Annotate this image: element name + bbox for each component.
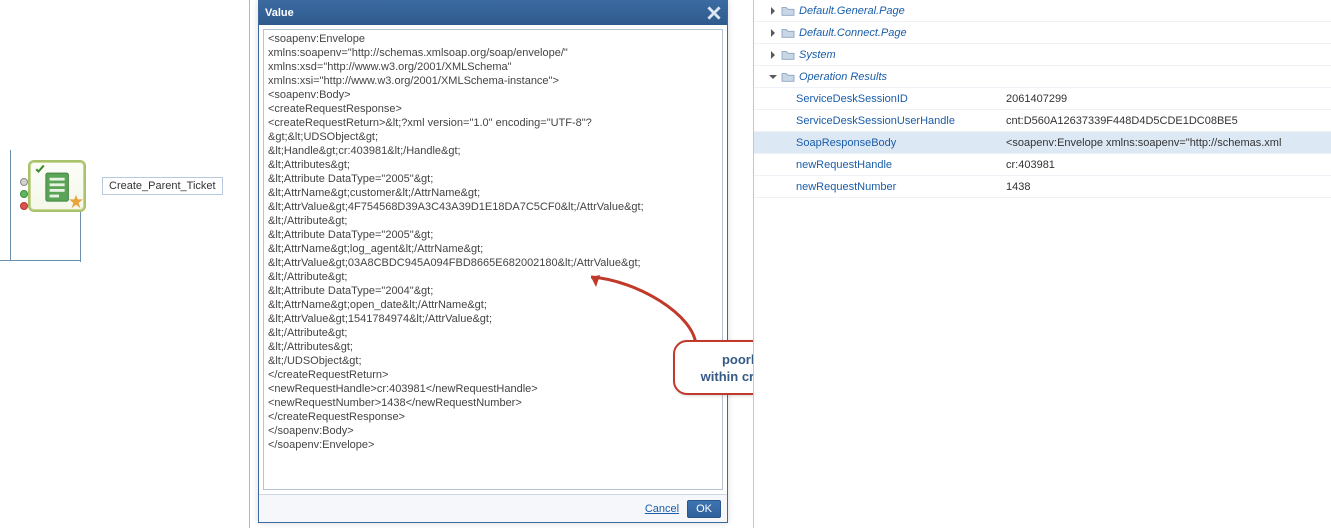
tree-group-label: Operation Results — [799, 71, 887, 83]
connector-line — [10, 150, 11, 260]
folder-icon — [781, 5, 795, 17]
tree-item[interactable]: ServiceDeskSessionUserHandle cnt:D560A126… — [754, 110, 1331, 132]
tree-item-value: cr:403981 — [998, 159, 1331, 171]
chevron-right-icon[interactable] — [768, 28, 778, 38]
tree-item-key: newRequestNumber — [796, 181, 896, 193]
folder-icon — [781, 49, 795, 61]
chevron-right-icon[interactable] — [768, 6, 778, 16]
chevron-down-icon[interactable] — [768, 72, 778, 82]
tree-group-label: Default.General.Page — [799, 5, 905, 17]
chevron-right-icon[interactable] — [768, 50, 778, 60]
tree-item-value: 2061407299 — [998, 93, 1331, 105]
tree-group[interactable]: Default.General.Page — [754, 0, 1331, 22]
ok-button[interactable]: OK — [687, 500, 721, 518]
tree-item-key: SoapResponseBody — [796, 137, 896, 149]
tree-item-key: ServiceDeskSessionUserHandle — [796, 115, 955, 127]
dialog-header[interactable]: Value — [259, 1, 727, 25]
folder-icon — [781, 27, 795, 39]
tree-group-label: Default.Connect.Page — [799, 27, 907, 39]
tree-item-value: <soapenv:Envelope xmlns:soapenv="http://… — [998, 137, 1331, 149]
flow-node-label: Create_Parent_Ticket — [102, 177, 223, 195]
properties-tree[interactable]: Default.General.Page Default.Connect.Page… — [753, 0, 1331, 528]
close-icon[interactable] — [707, 6, 721, 20]
cancel-button[interactable]: Cancel — [645, 503, 679, 515]
tree-item[interactable]: newRequestHandle cr:403981 — [754, 154, 1331, 176]
tree-item[interactable]: newRequestNumber 1438 — [754, 176, 1331, 198]
tree-group[interactable]: Operation Results — [754, 66, 1331, 88]
tree-group[interactable]: Default.Connect.Page — [754, 22, 1331, 44]
connector-line — [80, 212, 81, 262]
dialog-title: Value — [265, 7, 294, 19]
tree-item[interactable]: ServiceDeskSessionID 2061407299 — [754, 88, 1331, 110]
tree-item[interactable]: SoapResponseBody <soapenv:Envelope xmlns:… — [754, 132, 1331, 154]
node-port[interactable] — [20, 178, 28, 186]
connector-line — [0, 260, 80, 261]
folder-icon — [781, 71, 795, 83]
tree-group-label: System — [799, 49, 836, 61]
star-icon — [69, 195, 83, 209]
value-dialog: Value Cancel OK — [258, 0, 728, 523]
node-port[interactable] — [20, 202, 28, 210]
flow-node-create-parent-ticket[interactable] — [28, 160, 86, 212]
tree-group[interactable]: System — [754, 44, 1331, 66]
dialog-footer: Cancel OK — [259, 494, 727, 522]
tree-item-key: newRequestHandle — [796, 159, 892, 171]
tree-item-key: ServiceDeskSessionID — [796, 93, 908, 105]
tree-item-value: cnt:D560A12637339F448D4D5CDE1DC08BE5 — [998, 115, 1331, 127]
value-textarea[interactable] — [263, 29, 723, 490]
tree-item-value: 1438 — [998, 181, 1331, 193]
dialog-body — [259, 25, 727, 494]
flow-canvas[interactable]: Create_Parent_Ticket — [0, 0, 250, 528]
node-port[interactable] — [20, 190, 28, 198]
